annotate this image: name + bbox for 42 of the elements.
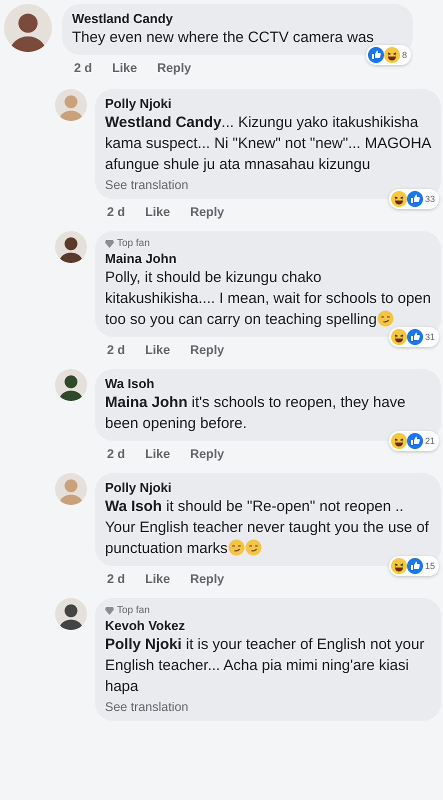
comment-text: Westland Candy... Kizungu yako itakushikisha kama suspect... Ni "Knew" not "new"... MAGOHA afungue shule ju ata mnasahau kizungu — [105, 113, 431, 175]
reaction-summary[interactable]: 31 — [388, 327, 439, 347]
commenter-name[interactable]: Polly Njoki — [105, 96, 172, 111]
comment-time: 2 d — [107, 205, 126, 219]
comment-text: Polly, it should be kizungu chako kitakushikisha.... I mean, wait for schools to open too so you can carry on teaching spelling — [105, 268, 431, 330]
see-translation-link[interactable]: See translation — [105, 178, 188, 192]
reaction-summary[interactable]: 8 — [366, 45, 411, 65]
avatar[interactable] — [55, 231, 87, 263]
avatar[interactable] — [4, 4, 52, 52]
top-fan-label: Top fan — [117, 605, 150, 616]
comment-time: 2 d — [107, 572, 126, 586]
commenter-name[interactable]: Kevoh Vokez — [105, 618, 185, 633]
like-link[interactable]: Like — [145, 447, 170, 461]
comment-time: 2 d — [107, 343, 126, 357]
like-link[interactable]: Like — [145, 205, 170, 219]
commenter-name[interactable]: Maina John — [105, 251, 177, 266]
diamond-icon — [105, 240, 114, 248]
reply-link[interactable]: Reply — [190, 343, 224, 357]
diamond-icon — [105, 606, 114, 614]
reaction-summary[interactable]: 21 — [388, 431, 439, 451]
reaction-summary[interactable]: 15 — [388, 556, 439, 576]
commenter-name[interactable]: Wa Isoh — [105, 376, 154, 391]
like-link[interactable]: Like — [145, 572, 170, 586]
see-translation-link[interactable]: See translation — [105, 700, 188, 714]
commenter-name[interactable]: Polly Njoki — [105, 480, 172, 495]
top-fan-label: Top fan — [117, 238, 150, 249]
like-link[interactable]: Like — [112, 61, 138, 75]
like-link[interactable]: Like — [145, 343, 170, 357]
comment-text: Maina John it's schools to reopen, they have been opening before. — [105, 393, 407, 434]
avatar[interactable] — [55, 369, 87, 401]
reply-link[interactable]: Reply — [190, 572, 224, 586]
reaction-summary[interactable]: 33 — [388, 189, 439, 209]
comment-text: Polly Njoki it is your teacher of English not your English teacher... Acha pia mimi ning'are kiasi hapa — [105, 635, 426, 697]
comment-time: 2 d — [74, 61, 92, 75]
comment-text: Wa Isoh it should be "Re-open" not reopen .. Your English teacher never taught you the use of punctuation marks — [105, 497, 430, 559]
comment-text: They even new where the CCTV camera was — [72, 28, 374, 48]
reply-link[interactable]: Reply — [157, 61, 192, 75]
reply-link[interactable]: Reply — [190, 447, 224, 461]
reply-link[interactable]: Reply — [190, 205, 224, 219]
commenter-name[interactable]: Westland Candy — [72, 11, 173, 26]
avatar[interactable] — [55, 598, 87, 630]
comment-time: 2 d — [107, 447, 126, 461]
